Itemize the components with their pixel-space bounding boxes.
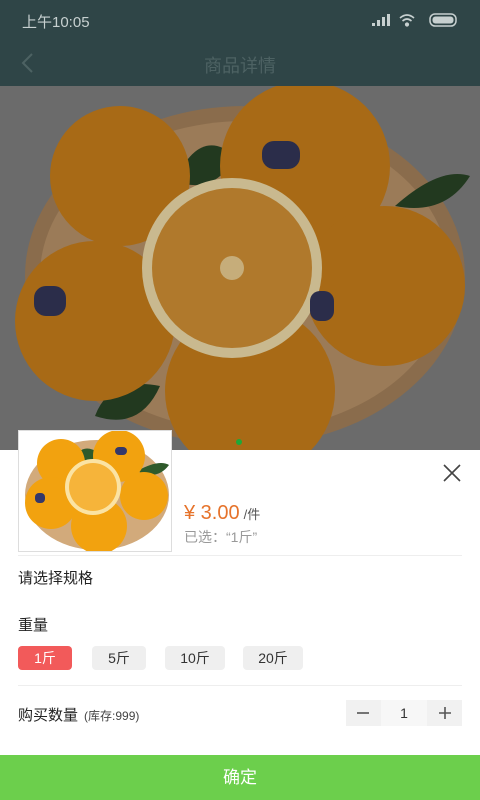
increase-button[interactable] [428,700,462,726]
page-title: 商品详情 [204,56,276,76]
quantity-stepper: 1 [346,700,462,726]
spec-option-1jin[interactable]: 1斤 [18,646,72,670]
oranges-thumbnail-illustration [19,431,171,551]
spec-option-5jin[interactable]: 5斤 [92,646,146,670]
status-icons [372,13,457,27]
quantity-input[interactable]: 1 [381,700,427,726]
status-time: 上午10:05 [22,14,90,31]
signal-icon [372,14,390,26]
spec-option-10jin[interactable]: 10斤 [165,646,225,670]
wifi-icon [399,14,415,27]
confirm-button[interactable]: 确定 [0,755,480,800]
close-button[interactable] [440,461,464,485]
quantity-label-row: 购买数量 (库存:999) [18,704,139,725]
battery-icon [429,13,457,27]
selected-spec-text: 已选：“1斤” [184,529,258,545]
plus-icon [439,707,451,719]
oranges-illustration [0,86,480,450]
price-unit: /件 [243,507,261,522]
product-price: ¥ 3.00 [184,502,240,524]
price-line: ¥ 3.00/件 [184,502,260,525]
minus-icon [357,712,369,714]
weight-group-label: 重量 [18,617,49,634]
title-bar: 商品详情 [0,40,480,86]
close-icon [443,464,461,482]
status-bar: 上午10:05 [0,0,480,40]
decrease-button[interactable] [346,700,380,726]
product-thumbnail [18,430,172,552]
stock-count: (库存:999) [84,709,140,723]
divider [18,685,462,686]
carousel-indicator [236,439,242,445]
spec-option-20jin[interactable]: 20斤 [243,646,303,670]
product-image [0,86,480,450]
spec-prompt: 请选择规格 [18,570,94,587]
quantity-label: 购买数量 [18,707,79,724]
divider [18,555,462,556]
